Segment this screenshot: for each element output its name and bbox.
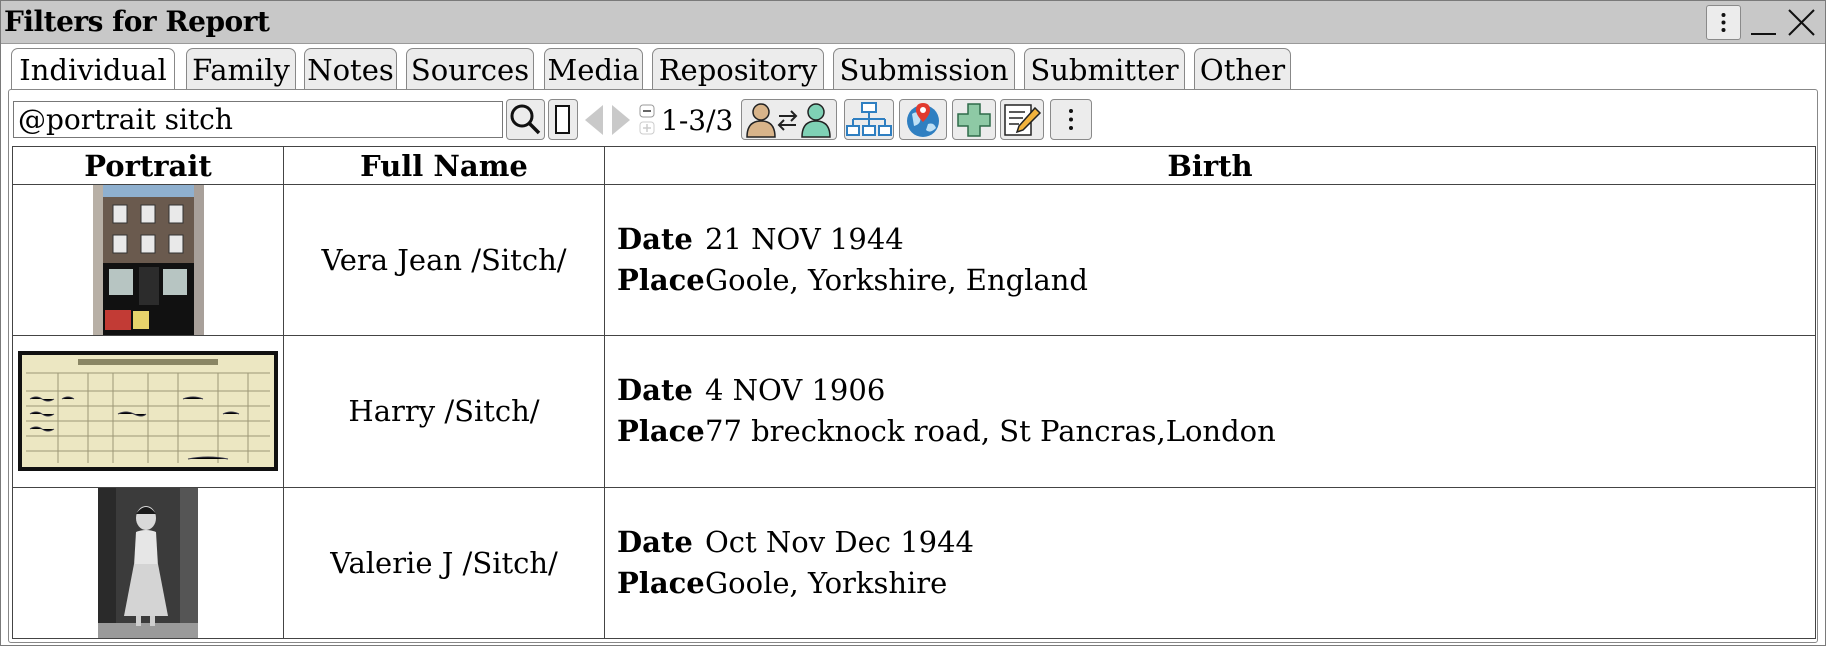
- zoom-icon[interactable]: [639, 101, 655, 139]
- next-icon[interactable]: [608, 101, 634, 139]
- search-icon[interactable]: [506, 99, 545, 140]
- tab-submission[interactable]: Submission: [833, 48, 1015, 90]
- more-icon[interactable]: [1050, 99, 1092, 140]
- column-header-portrait[interactable]: Portrait: [12, 146, 284, 185]
- tab-individual[interactable]: Individual: [11, 48, 175, 93]
- window-title: Filters for Report: [4, 5, 270, 38]
- clear-filter-icon[interactable]: [548, 99, 578, 140]
- tab-repository[interactable]: Repository: [652, 48, 824, 90]
- tree-icon[interactable]: [844, 99, 894, 140]
- shop-front-photo: [92, 185, 204, 336]
- result-count: 1-3/3: [661, 104, 734, 137]
- table-row[interactable]: Harry /Sitch/ Date 4 NOV 1906 Place77 bre…: [12, 335, 1816, 488]
- birth-cell[interactable]: Date 4 NOV 1906 Place77 brecknock road, S…: [604, 335, 1816, 488]
- full-name-cell[interactable]: Vera Jean /Sitch/: [283, 183, 605, 337]
- birth-date: Oct Nov Dec 1944: [705, 524, 975, 559]
- swap-people-icon[interactable]: [741, 99, 837, 140]
- birth-date: 21 NOV 1944: [705, 222, 904, 257]
- table-header-row: Portrait Full Name Birth: [12, 146, 1816, 185]
- map-pin-icon[interactable]: [899, 99, 947, 140]
- full-name-cell[interactable]: Valerie J /Sitch/: [283, 486, 605, 640]
- column-header-full-name[interactable]: Full Name: [283, 146, 605, 185]
- minimize-icon[interactable]: [1746, 5, 1781, 40]
- table-row[interactable]: Valerie J /Sitch/ Date Oct Nov Dec 1944 P…: [12, 486, 1816, 640]
- birth-cell[interactable]: Date Oct Nov Dec 1944 PlaceGoole, Yorkshi…: [604, 486, 1816, 640]
- woman-portrait-photo: [98, 487, 198, 638]
- tab-other[interactable]: Other: [1194, 48, 1291, 90]
- date-label: Date: [617, 373, 693, 408]
- report-filter-window: Filters for Report Individual Family Not…: [0, 0, 1826, 646]
- tab-notes[interactable]: Notes: [304, 48, 397, 90]
- date-label: Date: [617, 222, 693, 257]
- edit-icon[interactable]: [1000, 99, 1044, 140]
- kebab-menu-icon[interactable]: [1706, 5, 1741, 40]
- title-bar[interactable]: Filters for Report: [1, 1, 1825, 44]
- portrait-cell[interactable]: [12, 486, 284, 640]
- tab-family[interactable]: Family: [186, 48, 296, 90]
- place-label: Place: [617, 263, 705, 298]
- full-name-cell[interactable]: Harry /Sitch/: [283, 335, 605, 488]
- prev-icon[interactable]: [581, 101, 607, 139]
- date-label: Date: [617, 524, 693, 559]
- birth-cell[interactable]: Date 21 NOV 1944 PlaceGoole, Yorkshire, E…: [604, 183, 1816, 337]
- birth-place: 77 brecknock road, St Pancras,London: [705, 414, 1276, 449]
- add-icon[interactable]: [952, 99, 996, 140]
- close-icon[interactable]: [1784, 5, 1819, 40]
- portrait-cell[interactable]: [12, 183, 284, 337]
- portrait-cell[interactable]: [12, 335, 284, 488]
- birth-place: Goole, Yorkshire: [705, 565, 948, 600]
- table-row[interactable]: Vera Jean /Sitch/ Date 21 NOV 1944 PlaceG…: [12, 183, 1816, 337]
- results-table: Portrait Full Name Birth Vera Jean /Sitc…: [12, 146, 1816, 640]
- search-input[interactable]: @portrait sitch: [13, 101, 503, 138]
- column-header-birth[interactable]: Birth: [604, 146, 1816, 185]
- birth-date: 4 NOV 1906: [705, 373, 886, 408]
- birth-place: Goole, Yorkshire, England: [705, 263, 1088, 298]
- census-document-photo: [18, 351, 278, 472]
- tab-submitter[interactable]: Submitter: [1024, 48, 1185, 90]
- place-label: Place: [617, 414, 705, 449]
- tab-media[interactable]: Media: [544, 48, 643, 90]
- place-label: Place: [617, 565, 705, 600]
- tab-sources[interactable]: Sources: [406, 48, 534, 90]
